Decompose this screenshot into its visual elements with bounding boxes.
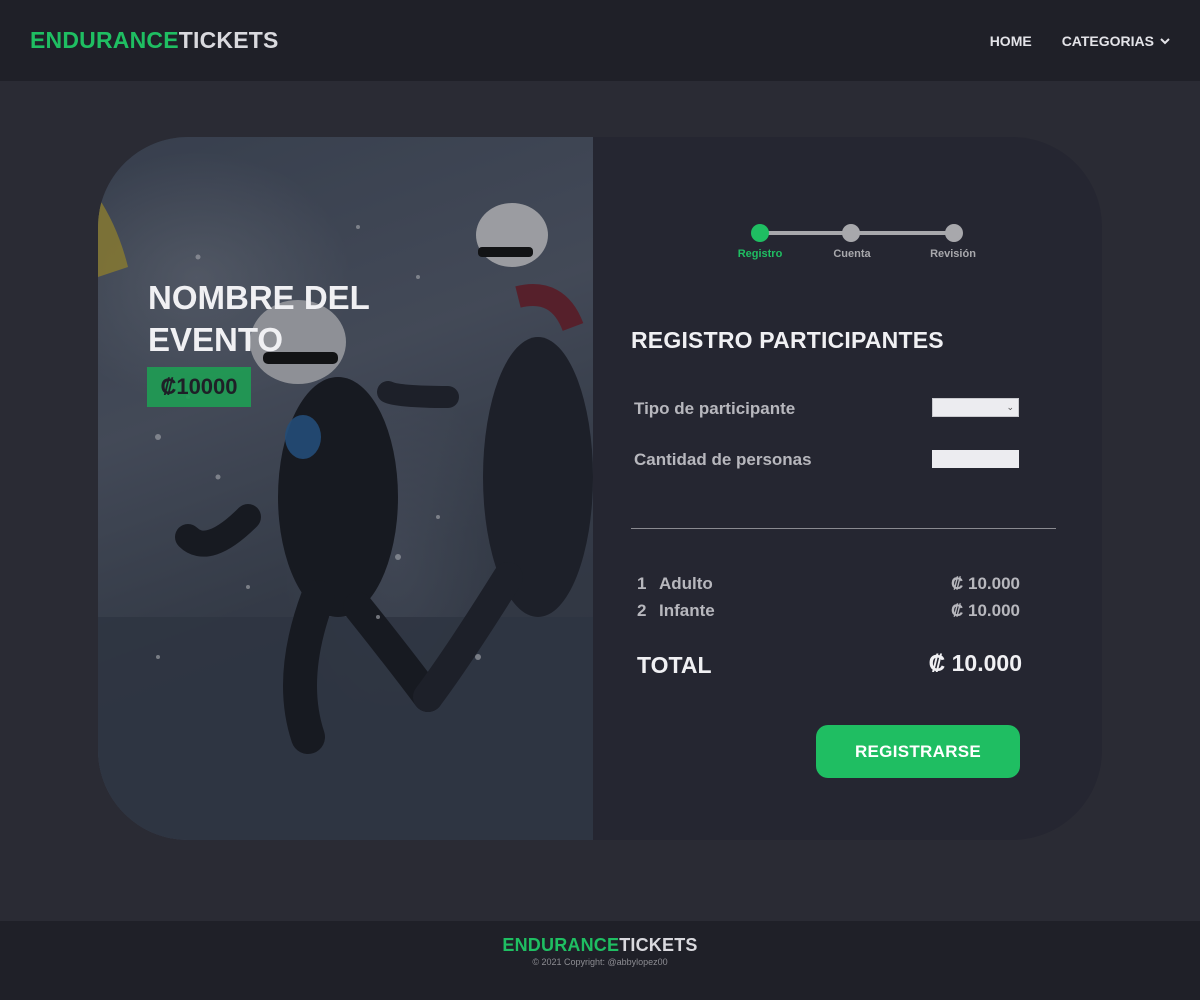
- brand-logo[interactable]: ENDURANCETICKETS: [30, 27, 279, 54]
- registration-card: NOMBRE DEL EVENTO ₡10000 Registro Cuenta…: [98, 137, 1102, 840]
- nav-categorias-dropdown[interactable]: CATEGORIAS: [1062, 33, 1170, 49]
- summary-row-name: Adulto: [659, 574, 713, 593]
- step-dot-cuenta[interactable]: [842, 224, 860, 242]
- nav-categorias-label: CATEGORIAS: [1061, 32, 1154, 49]
- step-dot-registro[interactable]: [751, 224, 769, 242]
- quantity-input[interactable]: [932, 450, 1019, 468]
- total-amount: ₡ 10.000: [928, 650, 1022, 676]
- logo-part-tickets: TICKETS: [178, 27, 279, 53]
- step-label-cuenta: Cuenta: [833, 248, 871, 260]
- summary-row-name: Infante: [659, 601, 715, 620]
- nav-home-label: HOME: [989, 32, 1032, 49]
- chevron-down-icon: ⌄: [1006, 402, 1014, 412]
- total-label: TOTAL: [637, 652, 712, 678]
- step-label-revision: Revisión: [930, 248, 976, 260]
- summary-row-number: 1: [637, 574, 647, 593]
- footer-logo-part-tickets: TICKETS: [619, 935, 698, 955]
- form-divider: [631, 528, 1056, 529]
- participant-type-select[interactable]: ⌄: [932, 398, 1019, 417]
- event-photo: NOMBRE DEL EVENTO ₡10000: [98, 137, 593, 840]
- summary-row: 1 Adulto ₡ 10.000: [637, 574, 1020, 594]
- top-navbar: ENDURANCETICKETS HOME CATEGORIAS: [0, 0, 1200, 81]
- copyright-text: © 2021 Copyright: @abbylopez00: [532, 957, 668, 967]
- step-label-registro: Registro: [737, 248, 783, 260]
- event-price-badge: ₡10000: [147, 367, 251, 407]
- main-nav: HOME CATEGORIAS: [990, 33, 1170, 49]
- participant-type-label: Tipo de participante: [634, 399, 796, 418]
- footer-logo[interactable]: ENDURANCETICKETS: [0, 935, 1200, 956]
- register-button[interactable]: REGISTRARSE: [816, 725, 1020, 778]
- progress-stepper: Registro Cuenta Revisión: [738, 223, 978, 263]
- summary-row-amount: ₡ 10.000: [951, 574, 1020, 593]
- footer: ENDURANCETICKETS © 2021 Copyright: @abby…: [0, 921, 1200, 1000]
- chevron-down-icon: [1160, 37, 1170, 44]
- step-dot-revision[interactable]: [945, 224, 963, 242]
- form-title: REGISTRO PARTICIPANTES: [631, 327, 944, 353]
- quantity-label: Cantidad de personas: [634, 450, 812, 469]
- event-name: NOMBRE DEL EVENTO: [148, 279, 370, 358]
- logo-part-endurance: ENDURANCE: [30, 27, 179, 53]
- summary-row-amount: ₡ 10.000: [951, 601, 1020, 620]
- photo-overlay: [98, 137, 593, 840]
- summary-row: 2 Infante ₡ 10.000: [637, 601, 1020, 621]
- nav-home-link[interactable]: HOME: [990, 33, 1032, 49]
- footer-logo-part-endurance: ENDURANCE: [502, 935, 620, 955]
- summary-row-number: 2: [637, 601, 647, 620]
